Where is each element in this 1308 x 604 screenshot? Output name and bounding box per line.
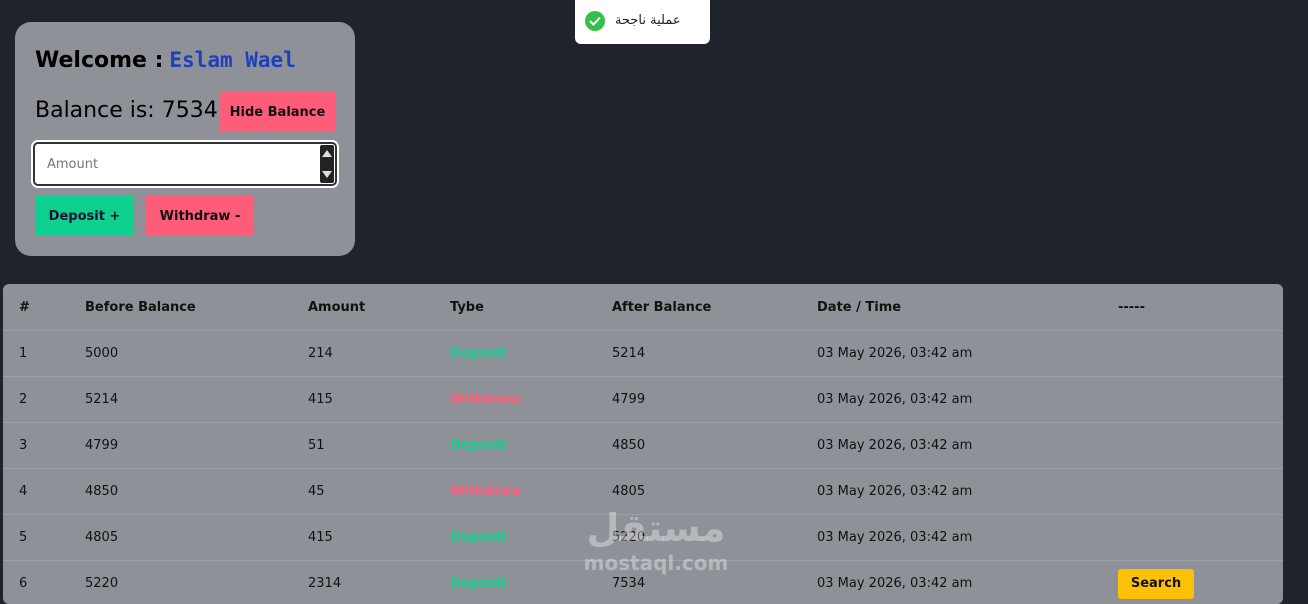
cell-date: 03 May 2026, 03:42 am <box>817 515 1118 561</box>
cell-after: 5214 <box>612 331 817 377</box>
table-row: 4 4850 45 Withdraw 4805 03 May 2026, 03:… <box>3 469 1283 515</box>
cell-after: 4799 <box>612 377 817 423</box>
success-toast: عملية ناجحة <box>575 0 710 44</box>
cell-amount: 2314 <box>308 561 450 604</box>
cell-after: 4850 <box>612 423 817 469</box>
cell-action <box>1118 331 1283 377</box>
amount-input[interactable] <box>35 144 319 184</box>
cell-type: Deposit <box>450 423 612 469</box>
cell-before: 5214 <box>85 377 308 423</box>
spin-up-icon[interactable] <box>322 150 332 157</box>
col-header: After Balance <box>612 284 817 331</box>
cell-amount: 415 <box>308 515 450 561</box>
amount-field <box>33 142 337 186</box>
cell-action <box>1118 469 1283 515</box>
cell-after: 5220 <box>612 515 817 561</box>
table-row: 1 5000 214 Deposit 5214 03 May 2026, 03:… <box>3 331 1283 377</box>
toast-message: عملية ناجحة <box>615 13 681 28</box>
cell-action <box>1118 423 1283 469</box>
search-button[interactable]: Search <box>1118 569 1194 599</box>
cell-amount: 415 <box>308 377 450 423</box>
cell-before: 5220 <box>85 561 308 604</box>
cell-action <box>1118 515 1283 561</box>
cell-date: 03 May 2026, 03:42 am <box>817 561 1118 604</box>
cell-index: 2 <box>3 377 85 423</box>
cell-amount: 51 <box>308 423 450 469</box>
welcome-label: Welcome : <box>35 48 163 73</box>
welcome-heading: Welcome :Eslam Wael <box>35 48 296 73</box>
cell-type: Deposit <box>450 331 612 377</box>
col-header: Before Balance <box>85 284 308 331</box>
cell-date: 03 May 2026, 03:42 am <box>817 377 1118 423</box>
cell-type: Withdraw <box>450 377 612 423</box>
cell-after: 7534 <box>612 561 817 604</box>
amount-spinner[interactable] <box>320 145 334 183</box>
cell-type: Deposit <box>450 561 612 604</box>
cell-type: Withdraw <box>450 469 612 515</box>
cell-action <box>1118 377 1283 423</box>
cell-index: 6 <box>3 561 85 604</box>
cell-before: 4799 <box>85 423 308 469</box>
account-card: Welcome :Eslam Wael Balance is: 7534 Hid… <box>15 22 355 256</box>
cell-index: 4 <box>3 469 85 515</box>
col-header: # <box>3 284 85 331</box>
table-row: 2 5214 415 Withdraw 4799 03 May 2026, 03… <box>3 377 1283 423</box>
col-header: Amount <box>308 284 450 331</box>
col-header: Tybe <box>450 284 612 331</box>
check-circle-icon <box>585 11 605 31</box>
table-row: 5 4805 415 Deposit 5220 03 May 2026, 03:… <box>3 515 1283 561</box>
transactions-table: # Before Balance Amount Tybe After Balan… <box>3 284 1283 604</box>
cell-date: 03 May 2026, 03:42 am <box>817 423 1118 469</box>
cell-action: Search <box>1118 561 1283 604</box>
cell-before: 4805 <box>85 515 308 561</box>
col-header: Date / Time <box>817 284 1118 331</box>
cell-index: 5 <box>3 515 85 561</box>
cell-amount: 214 <box>308 331 450 377</box>
cell-after: 4805 <box>612 469 817 515</box>
hide-balance-button[interactable]: Hide Balance <box>220 92 335 132</box>
withdraw-button[interactable]: Withdraw - <box>146 196 254 236</box>
balance-text: Balance is: 7534 <box>35 98 218 123</box>
table-header-row: # Before Balance Amount Tybe After Balan… <box>3 284 1283 331</box>
cell-type: Deposit <box>450 515 612 561</box>
col-header: ----- <box>1118 284 1283 331</box>
table-row: 6 5220 2314 Deposit 7534 03 May 2026, 03… <box>3 561 1283 604</box>
cell-index: 1 <box>3 331 85 377</box>
cell-before: 5000 <box>85 331 308 377</box>
user-name: Eslam Wael <box>169 48 295 72</box>
table-row: 3 4799 51 Deposit 4850 03 May 2026, 03:4… <box>3 423 1283 469</box>
cell-index: 3 <box>3 423 85 469</box>
cell-before: 4850 <box>85 469 308 515</box>
deposit-button[interactable]: Deposit + <box>35 196 134 236</box>
cell-date: 03 May 2026, 03:42 am <box>817 469 1118 515</box>
cell-amount: 45 <box>308 469 450 515</box>
spin-down-icon[interactable] <box>322 171 332 178</box>
cell-date: 03 May 2026, 03:42 am <box>817 331 1118 377</box>
